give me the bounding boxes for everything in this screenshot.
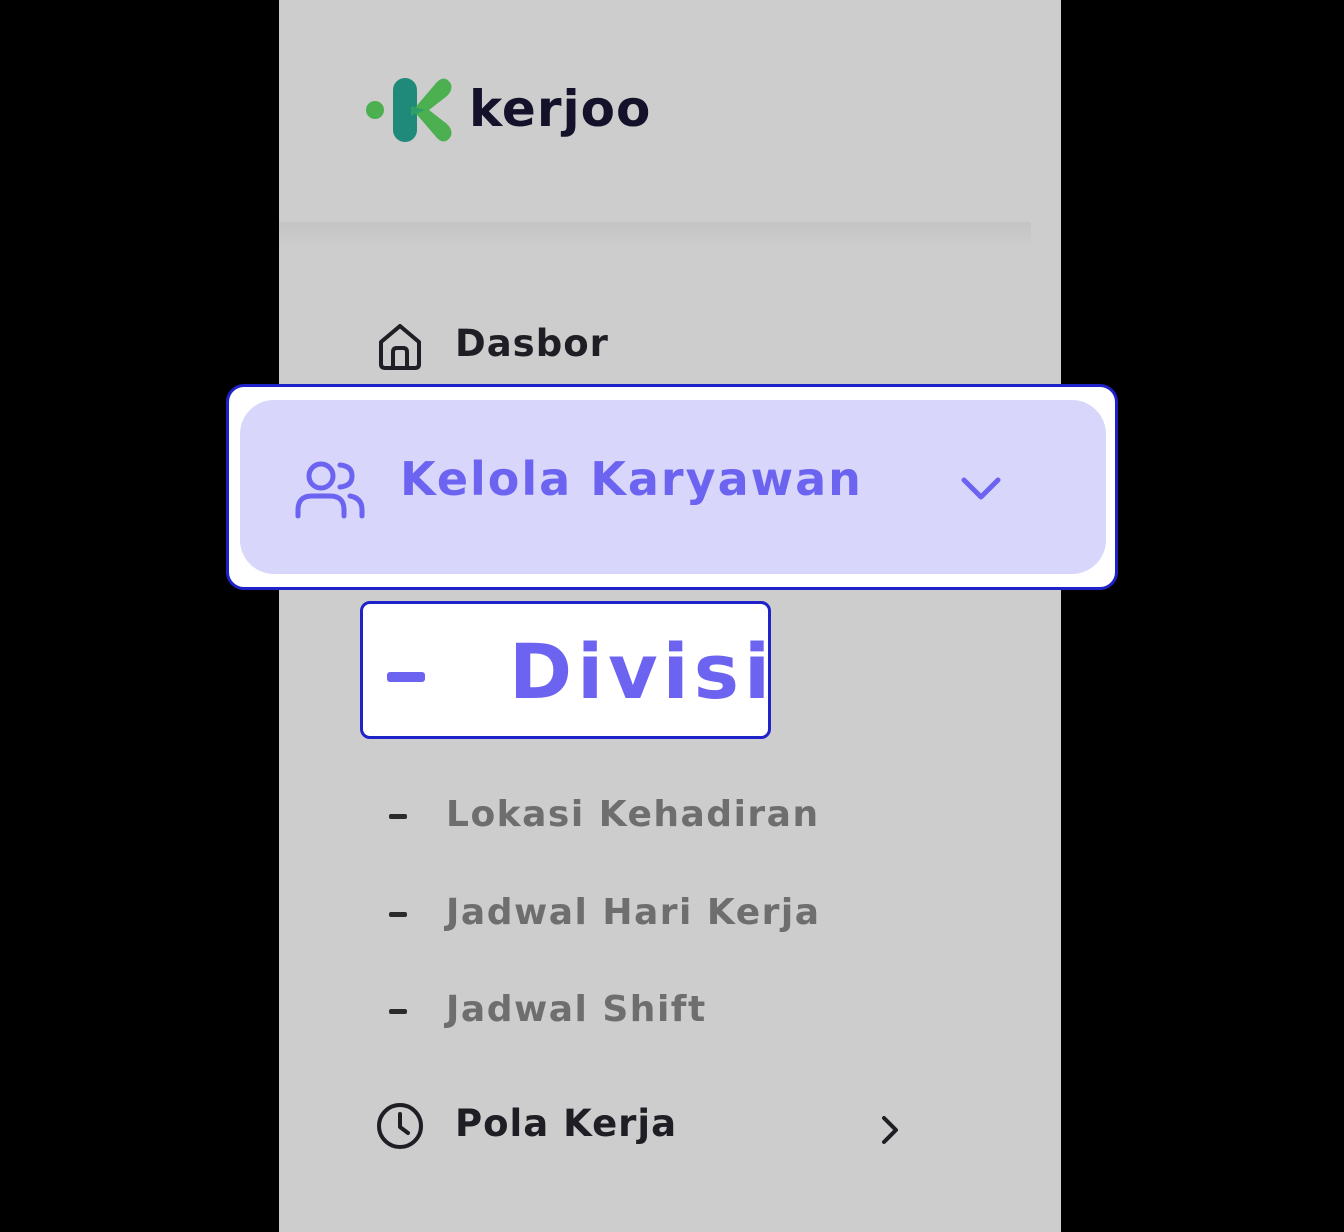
logo-area: kerjoo bbox=[279, 0, 1061, 222]
submenu-item-workday-schedule[interactable]: Jadwal Hari Kerja bbox=[279, 884, 1061, 944]
sidebar-item-work-pattern-label: Pola Kerja bbox=[455, 1102, 678, 1145]
submenu-item-division[interactable]: Divisi bbox=[360, 601, 771, 739]
clock-icon bbox=[377, 1103, 423, 1149]
brand-name: kerjoo bbox=[469, 80, 652, 138]
sidebar-item-dashboard-label: Dasbor bbox=[455, 322, 609, 365]
chevron-right-icon bbox=[882, 1116, 898, 1144]
logo-divider bbox=[279, 222, 1031, 248]
submenu-dash bbox=[389, 1009, 407, 1014]
sidebar-item-manage-employees[interactable]: Kelola Karyawan bbox=[226, 384, 1118, 590]
submenu-dash bbox=[389, 814, 407, 819]
users-icon bbox=[295, 461, 365, 519]
active-item-background: Kelola Karyawan bbox=[240, 400, 1106, 574]
submenu-item-attendance-location[interactable]: Lokasi Kehadiran bbox=[279, 786, 1061, 846]
home-icon bbox=[379, 324, 421, 370]
kerjoo-logo-mark-icon bbox=[366, 78, 452, 142]
submenu-item-shift-schedule[interactable]: Jadwal Shift bbox=[279, 981, 1061, 1041]
submenu-item-division-label: Divisi bbox=[509, 627, 776, 716]
submenu-item-label: Jadwal Shift bbox=[446, 989, 707, 1030]
sidebar-item-manage-employees-label: Kelola Karyawan bbox=[400, 452, 863, 506]
sidebar-item-dashboard[interactable]: Dasbor bbox=[279, 304, 1061, 384]
submenu-dash bbox=[387, 672, 425, 682]
chevron-down-icon bbox=[961, 477, 1001, 500]
submenu-item-label: Lokasi Kehadiran bbox=[446, 794, 820, 835]
submenu-dash bbox=[389, 912, 407, 917]
sidebar-item-work-pattern[interactable]: Pola Kerja bbox=[279, 1086, 1061, 1166]
submenu-item-label: Jadwal Hari Kerja bbox=[446, 892, 821, 933]
